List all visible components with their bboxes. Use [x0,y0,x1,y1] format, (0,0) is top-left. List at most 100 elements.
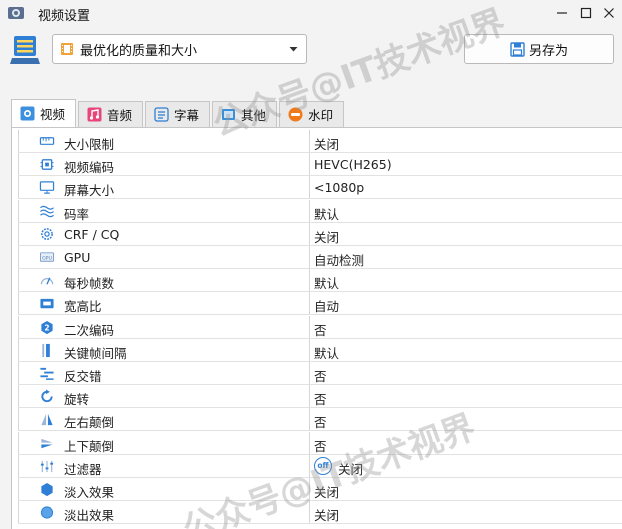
tab-subtitle[interactable]: 字幕 [145,101,211,127]
setting-value: 否 [314,415,327,431]
settings-tabs: 视频 音频 字幕 其他 水印 [11,99,346,127]
flip-vertical-icon [41,438,53,448]
gpu-icon: GPU [39,252,55,262]
setting-row[interactable]: 淡出效果 关闭 [18,501,622,525]
two-pass-icon: 2 [41,320,53,334]
setting-value: 自动 [314,299,340,315]
setting-name-cell: 屏幕大小 [18,176,310,199]
setting-value: 关闭 [314,508,340,524]
setting-row[interactable]: 宽高比 自动 [18,292,622,316]
setting-value: HEVC(H265) [314,157,392,173]
film-icon [61,43,73,55]
setting-name: 过滤器 [64,461,102,477]
save-as-button[interactable]: 另存为 [464,34,614,64]
preset-selected-value: 最优化的质量和大小 [80,43,198,59]
monitor-icon [39,181,55,195]
setting-name: 屏幕大小 [64,183,115,199]
flip-horizontal-icon [41,414,53,426]
setting-value: 自动检测 [314,253,365,268]
setting-row[interactable]: 反交错 否 [18,362,622,385]
setting-row[interactable]: 码率 默认 [18,199,622,223]
preset-dropdown[interactable]: 最优化的质量和大小 [52,34,307,64]
setting-row[interactable]: 视频编码 HEVC(H265) [18,153,622,177]
setting-name-cell: 左右颠倒 [18,408,310,431]
tab-watermark[interactable]: 水印 [279,101,345,127]
tab-audio[interactable]: 音频 [78,101,144,127]
setting-name: 大小限制 [64,137,115,152]
tab-label: 视频 [40,107,66,122]
setting-name-cell: 过滤器 [18,454,310,477]
tab-label: 水印 [308,108,334,123]
setting-name: 视频编码 [64,160,115,176]
window-title: 视频设置 [38,9,91,24]
setting-value-cell[interactable]: 关闭 [310,223,622,245]
setting-value-cell[interactable]: 否 [310,362,622,384]
setting-value-cell[interactable]: 关闭 [310,501,622,523]
video-tab-icon [20,106,35,121]
setting-value: 关闭 [338,461,364,477]
setting-row[interactable]: 过滤器 off 关闭 [18,454,622,478]
audio-tab-icon [87,107,102,122]
setting-value-cell[interactable]: 默认 [310,269,622,291]
tab-other[interactable]: 其他 [212,101,278,127]
setting-name-cell: 淡入效果 [18,478,310,500]
setting-row[interactable]: 每秒帧数 默认 [18,269,622,293]
setting-name-cell: GPU GPU [18,246,310,268]
setting-value-cell[interactable]: off 关闭 [310,455,622,477]
close-button[interactable] [599,3,619,23]
setting-value: 否 [314,369,327,384]
setting-row[interactable]: 上下颠倒 否 [18,431,622,455]
setting-row[interactable]: 关键帧间隔 默认 [18,338,622,362]
other-tab-icon [222,109,236,120]
setting-value-cell[interactable]: 否 [310,385,622,407]
setting-value-cell[interactable]: 否 [310,408,622,430]
minimize-button[interactable] [552,3,572,23]
setting-value: 关闭 [314,137,340,152]
close-icon [604,8,614,18]
setting-name-cell: 每秒帧数 [18,269,310,292]
setting-value-cell[interactable]: 默认 [310,200,622,222]
setting-name: 每秒帧数 [64,276,115,292]
maximize-icon [580,7,592,19]
setting-value-cell[interactable]: <1080p [310,176,622,198]
setting-row[interactable]: 淡入效果 关闭 [18,478,622,501]
setting-name: 反交错 [64,369,102,384]
setting-row[interactable]: 大小限制 关闭 [18,130,622,153]
chevron-down-icon [289,47,298,52]
app-icon [8,7,24,19]
watermark-tab-icon [288,107,303,122]
tab-video[interactable]: 视频 [11,99,77,127]
setting-row[interactable]: 旋转 否 [18,385,622,409]
setting-value-cell[interactable]: 否 [310,316,622,338]
setting-name: 淡出效果 [64,508,115,524]
tab-label: 其他 [241,108,267,123]
setting-row[interactable]: 左右颠倒 否 [18,408,622,432]
setting-value-cell[interactable]: 默认 [310,339,622,361]
minimize-icon [557,12,567,14]
chip-icon [40,159,54,171]
setting-name: 码率 [64,206,90,222]
off-toggle-icon[interactable]: off [314,456,332,475]
setting-value: 否 [314,322,327,338]
setting-name-cell: CRF / CQ [18,222,310,245]
setting-value-cell[interactable]: 否 [310,432,622,454]
subtitle-tab-icon [154,107,169,122]
speedometer-icon [40,277,54,285]
setting-value-cell[interactable]: 自动检测 [310,246,622,268]
setting-row[interactable]: CRF / CQ 关闭 [18,222,622,246]
setting-value-cell[interactable]: 自动 [310,292,622,314]
maximize-button[interactable] [576,3,596,23]
setting-row[interactable]: GPU GPU 自动检测 [18,246,622,269]
gear-icon [41,227,53,240]
setting-value-cell[interactable]: HEVC(H265) [310,153,622,175]
wave-icon [40,205,54,217]
setting-row[interactable]: 屏幕大小 <1080p [18,176,622,200]
aspect-ratio-icon [40,299,54,309]
setting-value-cell[interactable]: 关闭 [310,130,622,152]
setting-row[interactable]: 2 二次编码 否 [18,315,622,339]
setting-name: GPU [64,250,91,265]
setting-value: 否 [314,392,327,408]
rotate-icon [41,389,53,403]
setting-name-cell: 视频编码 [18,153,310,176]
setting-value-cell[interactable]: 关闭 [310,478,622,500]
